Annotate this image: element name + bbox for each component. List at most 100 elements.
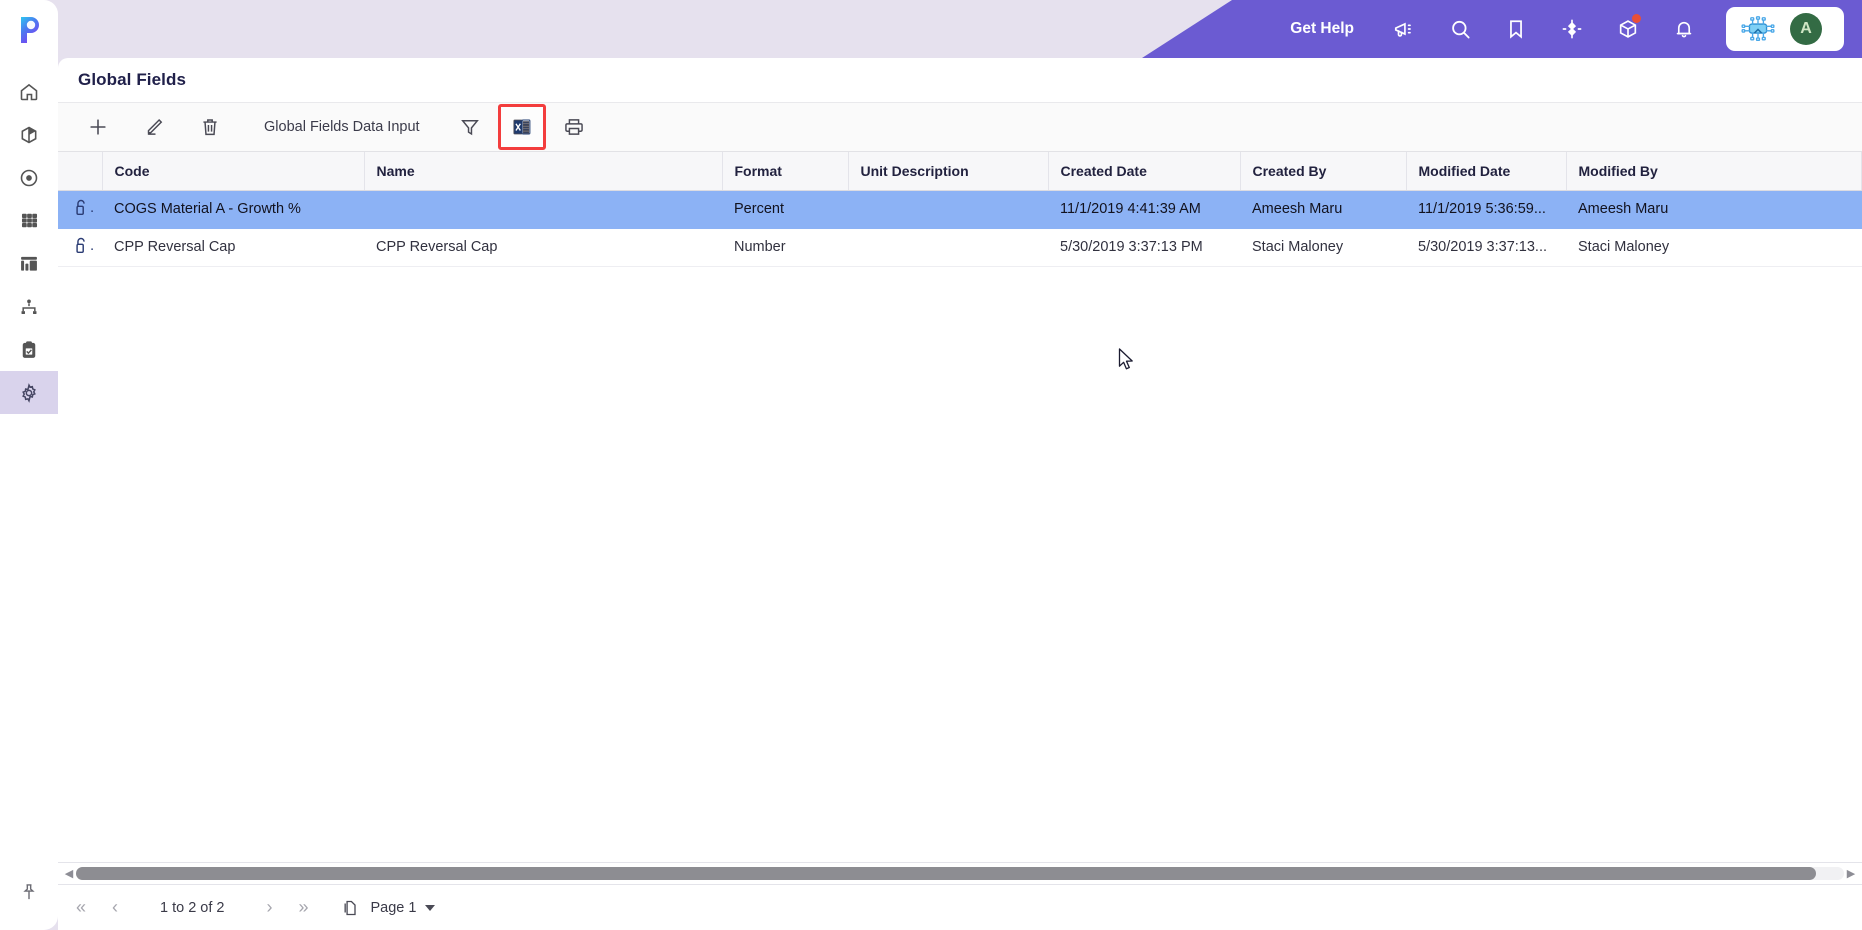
bar-chart-icon [21,256,37,271]
filter-button[interactable] [442,105,498,149]
column-header-name[interactable]: Name [364,152,723,191]
cell-name [364,190,722,229]
search-button[interactable] [1432,7,1488,51]
notifications-button[interactable] [1656,7,1712,51]
packages-badge [1632,14,1641,23]
scroll-thumb[interactable] [76,867,1816,880]
horizontal-scrollbar[interactable]: ◀ ▶ [58,862,1862,884]
cell-code: CPP Reversal Cap [102,228,364,267]
sidebar-item-reports[interactable] [0,242,58,285]
column-header-modified-date[interactable]: Modified Date [1406,152,1567,191]
sidebar-item-models[interactable] [0,113,58,156]
pagination-status: 1 to 2 of 2 [160,899,225,916]
edit-button[interactable] [126,105,182,149]
topbar-actions: Get Help A [1290,0,1862,58]
clipboard-check-icon [22,340,36,358]
export-to-excel-button[interactable] [497,104,546,150]
avatar[interactable]: A [1790,13,1822,45]
cell-unit-description [848,228,1048,267]
cell-format: Number [722,228,848,267]
pages-glyph [344,900,356,915]
cell-modified-by: Ameesh Maru [1566,190,1862,229]
previous-page-button[interactable]: ‹ [98,891,132,925]
cell-modified-date: 5/30/2019 3:37:13... [1406,228,1566,267]
sidebar-item-target[interactable] [0,156,58,199]
cell-created-date: 5/30/2019 3:37:13 PM [1048,228,1240,267]
announcements-button[interactable] [1376,7,1432,51]
row-lock-cell[interactable]: . [58,228,102,267]
global-fields-table: Code Name Format Unit Description Create… [58,152,1862,267]
column-header-modified-by[interactable]: Modified By [1566,152,1862,191]
data-grid: Code Name Format Unit Description Create… [58,152,1862,862]
left-sidebar [0,0,58,930]
cell-modified-by: Staci Maloney [1566,228,1862,267]
cell-unit-description [848,190,1048,229]
content-panel: Global Fields Global Fields Data Input C… [58,58,1862,930]
sidebar-item-grid[interactable] [0,199,58,242]
column-header-lock[interactable] [58,152,103,191]
get-help-button[interactable]: Get Help [1290,20,1354,38]
pagination-bar: « ‹ 1 to 2 of 2 › » Page 1 [58,884,1862,930]
table-body: . COGS Material A - Growth % Percent 11/… [58,190,1862,267]
pencil-icon [147,118,163,135]
cube-icon [21,126,37,143]
cell-modified-date: 11/1/2019 5:36:59... [1406,190,1566,229]
scroll-left-arrow[interactable]: ◀ [62,867,76,880]
lock-icon: . [74,199,94,216]
page-selector-label[interactable]: Page 1 [371,900,417,916]
sidebar-item-hierarchy[interactable] [0,285,58,328]
target-icon [20,169,38,186]
printer-icon [564,119,583,135]
pages-icon[interactable] [335,893,365,923]
ai-chip-icon[interactable] [1736,14,1780,44]
action-toolbar: Global Fields Data Input [58,102,1862,152]
top-bar: Get Help A [58,0,1862,58]
filter-icon [460,120,479,136]
print-button[interactable] [546,105,602,149]
cell-created-date: 11/1/2019 4:41:39 AM [1048,190,1240,229]
excel-icon [513,119,530,135]
trash-icon [203,119,217,136]
sidebar-pin-button[interactable] [0,872,58,912]
cell-created-by: Ameesh Maru [1240,190,1406,229]
column-header-format[interactable]: Format [722,152,849,191]
column-header-unit-description[interactable]: Unit Description [848,152,1049,191]
column-header-code[interactable]: Code [102,152,365,191]
sidebar-item-home[interactable] [0,70,58,113]
main-column: Get Help A Global Fields Global Fields D… [58,0,1862,930]
crosshair-icon [1562,19,1582,39]
row-lock-cell[interactable]: . [58,190,102,229]
delete-button[interactable] [182,105,238,149]
plus-icon [90,119,106,135]
data-input-label: Global Fields Data Input [264,119,420,135]
table-row[interactable]: . COGS Material A - Growth % Percent 11/… [58,190,1862,229]
user-assistant-pill[interactable]: A [1726,7,1844,51]
add-button[interactable] [70,105,126,149]
sidebar-item-tasks[interactable] [0,328,58,371]
p-logo-icon [21,17,39,43]
scroll-track[interactable] [76,867,1844,880]
search-icon [1451,20,1470,38]
chevron-down-icon[interactable] [425,904,436,911]
table-row[interactable]: . CPP Reversal Cap CPP Reversal Cap Numb… [58,228,1862,267]
hierarchy-icon [21,299,37,314]
navigate-button[interactable] [1544,7,1600,51]
packages-button[interactable] [1600,7,1656,51]
app-logo[interactable] [0,0,58,58]
last-page-button[interactable]: » [287,891,321,925]
table-header: Code Name Format Unit Description Create… [58,152,1862,191]
lock-glyph [76,237,85,253]
column-header-created-by[interactable]: Created By [1240,152,1407,191]
next-page-button[interactable]: › [253,891,287,925]
scroll-right-arrow[interactable]: ▶ [1844,867,1858,880]
cell-format: Percent [722,190,848,229]
sidebar-item-settings[interactable] [0,371,58,414]
pin-icon [23,884,35,900]
first-page-button[interactable]: « [64,891,98,925]
cell-name: CPP Reversal Cap [364,228,722,267]
bookmarks-button[interactable] [1488,7,1544,51]
gear-icon [22,382,36,403]
bookmark-icon [1510,20,1522,39]
column-header-created-date[interactable]: Created Date [1048,152,1241,191]
lock-icon: . [74,237,94,254]
